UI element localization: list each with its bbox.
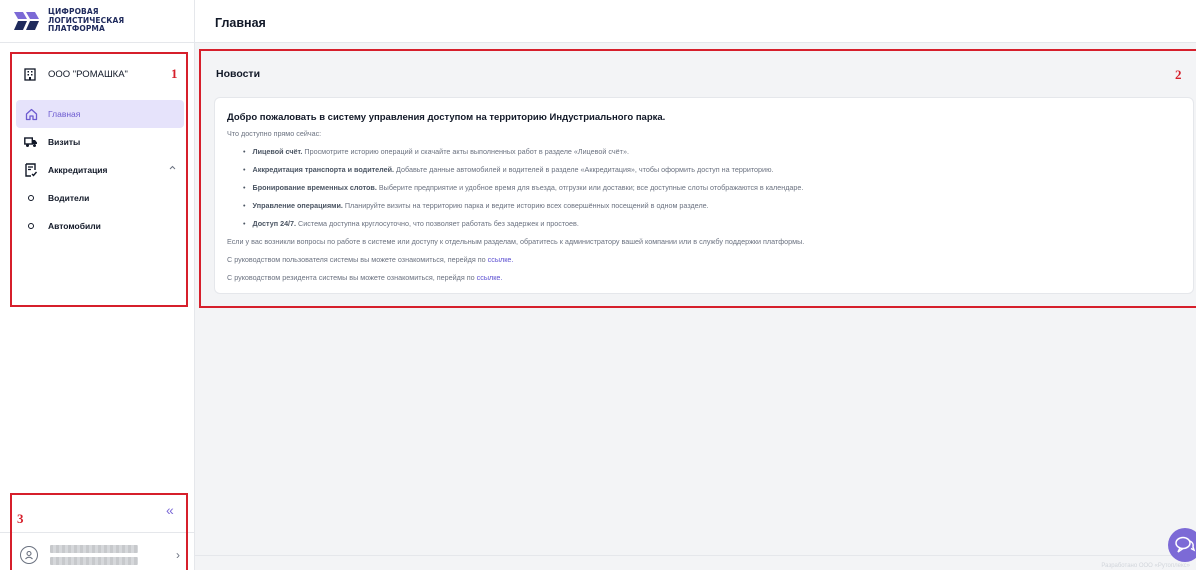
annotation-box-2 — [199, 49, 1196, 308]
annotation-box-1 — [10, 52, 188, 307]
annotation-label-2: 2 — [1175, 67, 1182, 82]
chat-icon — [1175, 536, 1196, 553]
page-title: Главная — [215, 16, 266, 30]
annotation-label-3: 3 — [17, 511, 24, 526]
footer-divider — [195, 555, 1196, 556]
logo-icon — [14, 11, 39, 30]
logo-text: ЦИФРОВАЯ ЛОГИСТИЧЕСКАЯ ПЛАТФОРМА — [48, 7, 125, 33]
support-chat-button[interactable] — [1168, 528, 1196, 562]
page-header: Главная — [195, 0, 1196, 43]
divider — [0, 42, 195, 43]
developer-credit: Разработано ООО «Рутоплекс» — [1101, 563, 1190, 569]
annotation-box-3 — [10, 493, 188, 570]
platform-logo[interactable]: ЦИФРОВАЯ ЛОГИСТИЧЕСКАЯ ПЛАТФОРМА — [14, 7, 125, 34]
annotation-label-1: 1 — [171, 66, 178, 81]
